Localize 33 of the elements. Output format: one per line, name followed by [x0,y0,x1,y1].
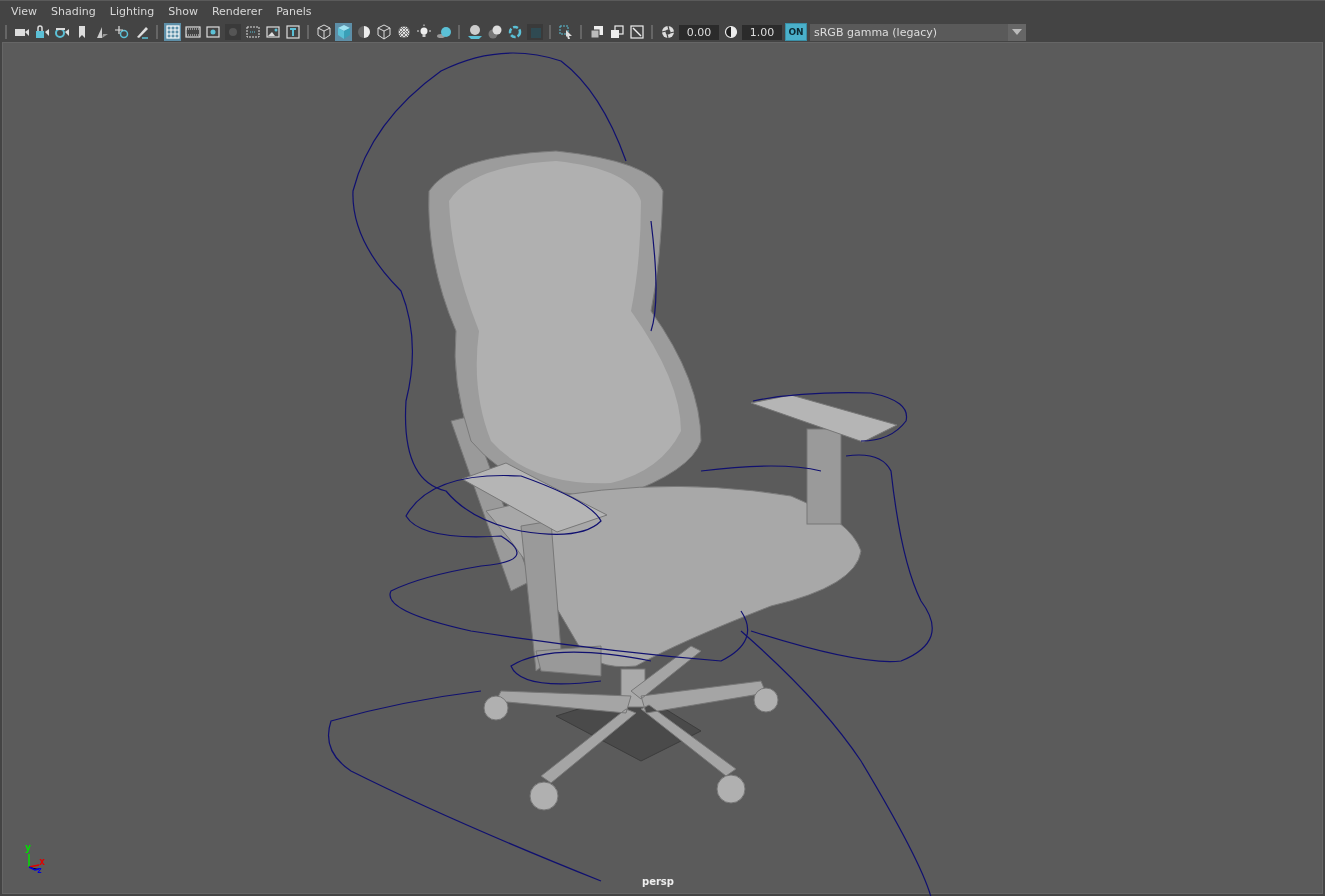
aperture-icon[interactable] [659,23,676,41]
grid-icon[interactable] [164,23,181,41]
overlap-outline-icon[interactable] [608,23,625,41]
textured-sphere-icon[interactable] [395,23,412,41]
camera-label: persp [642,876,674,887]
picture-icon[interactable] [264,23,281,41]
text-frame-icon[interactable] [284,23,301,41]
frame-dot-icon[interactable] [204,23,221,41]
exposure-field[interactable]: 0.00 [679,24,719,40]
menu-item[interactable]: View [4,5,45,18]
ring-icon[interactable] [506,23,523,41]
menu-item[interactable]: Shading [44,5,103,18]
color-space-dropdown[interactable]: sRGB gamma (legacy) [810,23,1026,41]
select-icon[interactable] [557,23,574,41]
wireframe-cube-icon[interactable] [315,23,332,41]
overlap-icon[interactable] [588,23,605,41]
zoom-icon[interactable] [113,23,130,41]
dashed-frame-icon[interactable] [244,23,261,41]
half-circle-icon[interactable] [722,23,739,41]
menu-item[interactable]: Show [161,5,205,18]
menu-item[interactable]: Lighting [102,5,162,18]
film-gate-icon[interactable] [184,23,201,41]
menu-item[interactable]: Panels [269,5,319,18]
wireframe-cube-icon[interactable] [375,23,392,41]
menu-item[interactable]: Renderer [204,5,270,18]
half-sphere-icon[interactable] [355,23,372,41]
locked-camera-icon[interactable] [33,23,50,41]
dropdown-caret-icon [1012,29,1022,35]
axis-gizmo-drawing: y x z [25,843,47,877]
spheres-icon[interactable] [486,23,503,41]
color-management-toggle[interactable]: ON [785,23,807,41]
arrow-box-icon[interactable] [628,23,645,41]
gamma-field[interactable]: 1.00 [742,24,782,40]
